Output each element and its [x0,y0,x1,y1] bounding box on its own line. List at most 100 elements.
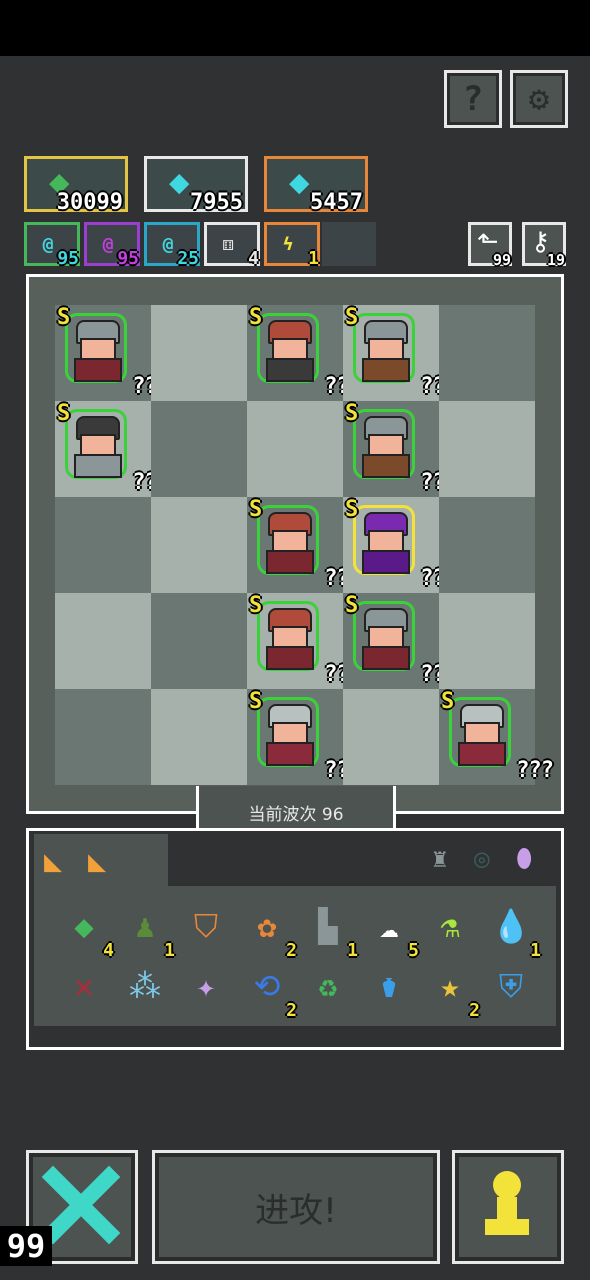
board-cell[interactable] [55,497,151,593]
board-cell[interactable] [151,401,247,497]
potion-icon[interactable]: ⚗ [424,900,476,952]
resource-slot: ϟ1 [264,222,320,269]
ring-filter-icon[interactable]: ◎ [474,844,490,874]
board-cell[interactable]: S??? [343,497,458,593]
unit-button[interactable] [452,1150,564,1264]
armor-icon[interactable]: ⛨ [485,960,537,1012]
crystal-icon: ◆ [289,162,310,202]
hero-unit[interactable] [257,313,319,383]
item-glyph: ⚱ [379,967,399,1005]
board-cell[interactable] [151,305,247,401]
hero-unit[interactable] [353,601,415,671]
pawn-icon [485,1171,529,1235]
resource-slot: @25 [144,222,200,269]
triangle-tab-icon[interactable]: ◣ [88,844,106,879]
resource-count: 1 [308,248,319,269]
help-button[interactable]: ? [444,70,502,128]
item-glyph: 💧 [491,907,531,945]
settings-button[interactable]: ⚙ [510,70,568,128]
water-drop-icon[interactable]: 💧 1 [485,900,541,960]
board-cell[interactable] [439,305,535,401]
hero-unit[interactable] [449,697,511,767]
unit-body [362,646,410,670]
help-icon: ? [462,79,484,119]
dna-icon[interactable]: ✕ [58,960,110,1012]
unit-body [362,358,410,382]
item-count: 2 [286,940,297,961]
item-count: 2 [286,1000,297,1021]
hero-unit[interactable] [353,313,415,383]
board-cell[interactable] [55,593,151,689]
fox-icon[interactable]: ✿ 2 [241,900,297,960]
attack-button[interactable]: 进攻! [152,1150,440,1264]
hero-unit[interactable] [257,505,319,575]
hero-card[interactable]: ◆ 7955 [144,156,248,215]
molecule-icon[interactable]: ⁂ [119,960,171,1012]
egg-filter-icon[interactable]: ⬮ [516,844,532,875]
item-glyph: ⛉ [193,907,218,945]
counter-value: 19 [546,251,565,269]
hero-unit[interactable] [65,313,127,383]
triangle-tab-icon[interactable]: ◣ [44,844,62,879]
hero-unit[interactable] [353,505,415,575]
wave-label: 当前波次 96 [248,805,344,825]
rank-badge: S [249,689,263,714]
empty-resource-slot [322,222,376,266]
rank-badge: S [441,689,455,714]
board-cell[interactable]: S??? [247,593,362,689]
sparkle-icon[interactable]: ✦ [180,960,232,1012]
hero-unit[interactable] [353,409,415,479]
cloud-icon[interactable]: ☁ 5 [363,900,419,960]
item-glyph: ♻ [318,967,338,1005]
board-cell[interactable]: S??? [247,497,362,593]
board-cell[interactable]: S??? [55,305,170,401]
board-cell[interactable]: S??? [439,689,554,785]
lightning-icon: ϟ [282,233,294,255]
board-cell[interactable] [247,401,343,497]
unit-body [266,550,314,574]
key-counter[interactable]: ⚷ 19 [522,222,566,269]
board-cell[interactable] [439,593,535,689]
rank-badge: S [249,497,263,522]
green-gem-icon[interactable]: ◆ 4 [58,900,114,960]
board-cell[interactable]: S??? [343,305,458,401]
board-cell[interactable] [343,689,439,785]
board-cell[interactable]: S??? [343,401,458,497]
dice-icon: ⚅ [222,233,234,255]
hero-card[interactable]: ◆ 5457 [264,156,368,215]
unit-body [362,454,410,478]
rank-badge: S [345,497,359,522]
resource-count: 95 [57,248,79,269]
board-cell[interactable] [151,593,247,689]
board-cell[interactable] [439,497,535,593]
orange-shield-icon[interactable]: ⛉ [180,900,232,952]
boomerang-icon[interactable]: ⟲ 2 [241,960,297,1020]
item-glyph: ✿ [257,907,277,945]
hero-unit[interactable] [257,601,319,671]
hero-unit[interactable] [257,697,319,767]
star-icon[interactable]: ★ 2 [424,960,480,1020]
recycle-bin-icon[interactable]: ♻ [302,960,354,1012]
board-cell[interactable]: S??? [247,689,362,785]
item-count: 1 [164,940,175,961]
return-arrow-counter[interactable]: ⬑ 99 [468,222,512,269]
item-glyph: ⛨ [498,967,523,1005]
hero-card-value: 7955 [190,190,243,215]
resource-slot: ⚅ 4 [204,222,260,269]
board-cell[interactable]: S??? [55,401,170,497]
gun-icon[interactable]: ▙ 1 [302,900,358,960]
unit-body [266,358,314,382]
green-soldier-icon[interactable]: ♟ 1 [119,900,175,960]
board-cell[interactable] [151,497,247,593]
board-cell[interactable] [439,401,535,497]
board-cell[interactable] [151,689,247,785]
item-count: 1 [530,940,541,961]
flask-icon[interactable]: ⚱ [363,960,415,1012]
board-cell[interactable]: S??? [343,593,458,689]
hero-unit[interactable] [65,409,127,479]
hero-card[interactable]: ◆ 30099 [24,156,128,215]
board-cell[interactable]: S??? [247,305,362,401]
item-count: 2 [469,1000,480,1021]
armor-filter-icon[interactable]: ♜ [432,844,448,874]
board-cell[interactable] [55,689,151,785]
